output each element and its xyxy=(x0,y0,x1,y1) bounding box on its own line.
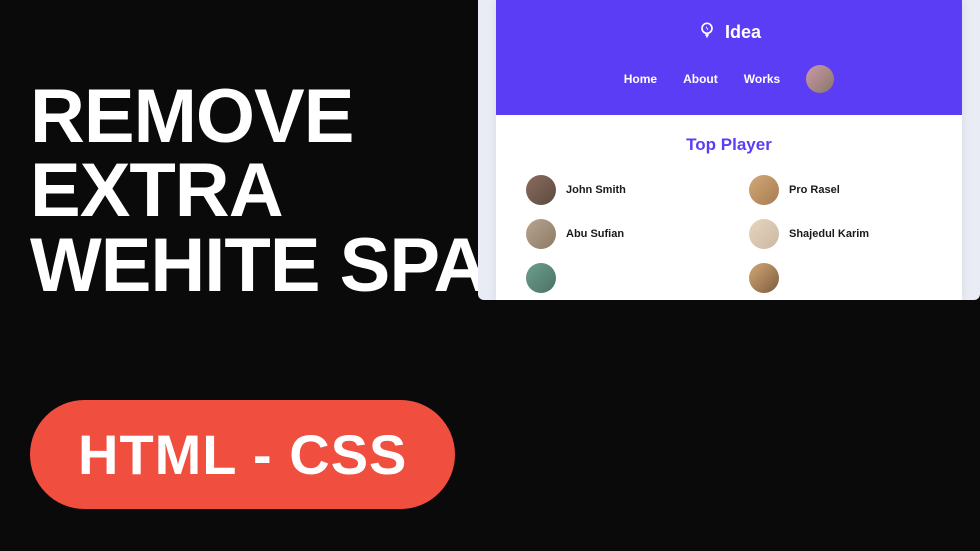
avatar[interactable] xyxy=(806,65,834,93)
tech-pill: HTML - CSS xyxy=(30,400,455,509)
nav: Home About Works xyxy=(526,65,932,93)
section-title: Top Player xyxy=(526,135,932,155)
player-name: John Smith xyxy=(566,184,626,196)
nav-about[interactable]: About xyxy=(683,72,718,86)
list-item[interactable]: Pro Rasel xyxy=(749,175,932,205)
avatar xyxy=(749,263,779,293)
brand[interactable]: Idea xyxy=(526,20,932,45)
avatar xyxy=(749,219,779,249)
content: Top Player John Smith Pro Rasel Abu Sufi… xyxy=(496,115,962,300)
nav-home[interactable]: Home xyxy=(624,72,657,86)
player-name: Abu Sufian xyxy=(566,228,624,240)
player-name: Pro Rasel xyxy=(789,184,840,196)
avatar xyxy=(749,175,779,205)
list-item[interactable] xyxy=(749,263,932,293)
list-item[interactable] xyxy=(526,263,709,293)
players-grid: John Smith Pro Rasel Abu Sufian Shajedul… xyxy=(526,175,932,293)
hero: Idea Home About Works xyxy=(496,0,962,115)
list-item[interactable]: John Smith xyxy=(526,175,709,205)
player-name: Shajedul Karim xyxy=(789,228,869,240)
site-frame: Idea Home About Works Top Player John Sm… xyxy=(496,0,962,300)
avatar xyxy=(526,263,556,293)
tech-pill-label: HTML - CSS xyxy=(78,423,407,486)
nav-works[interactable]: Works xyxy=(744,72,780,86)
list-item[interactable]: Shajedul Karim xyxy=(749,219,932,249)
avatar xyxy=(526,175,556,205)
brand-name: Idea xyxy=(725,22,761,43)
browser-mockup: Idea Home About Works Top Player John Sm… xyxy=(478,0,980,300)
lightbulb-icon xyxy=(697,20,717,45)
avatar xyxy=(526,219,556,249)
list-item[interactable]: Abu Sufian xyxy=(526,219,709,249)
